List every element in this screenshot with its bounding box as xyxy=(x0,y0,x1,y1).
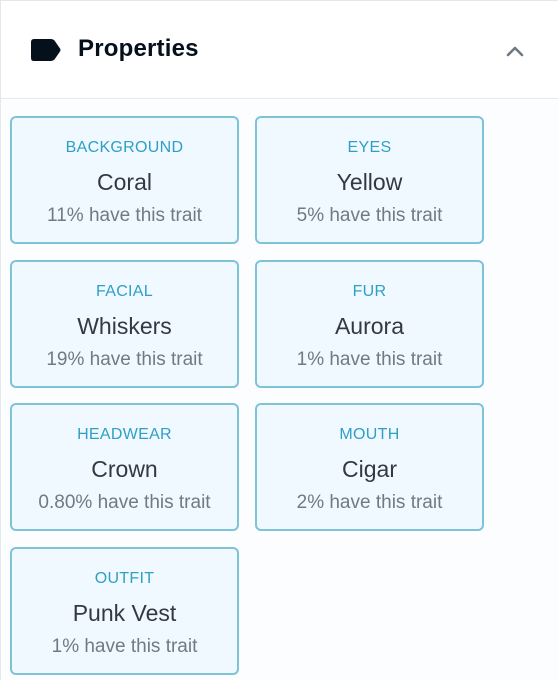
trait-value: Crown xyxy=(91,456,158,482)
trait-rarity: 1% have this trait xyxy=(51,636,198,657)
trait-card-facial[interactable]: FACIAL Whiskers 19% have this trait xyxy=(10,260,239,388)
properties-title: Properties xyxy=(78,35,199,62)
properties-panel: Properties BACKGROUND Coral 11% have thi… xyxy=(0,0,558,680)
trait-type: EYES xyxy=(347,139,392,156)
trait-card-mouth[interactable]: MOUTH Cigar 2% have this trait xyxy=(255,403,484,531)
properties-grid: BACKGROUND Coral 11% have this trait EYE… xyxy=(1,100,558,680)
trait-rarity: 5% have this trait xyxy=(296,205,443,226)
trait-type: FUR xyxy=(352,283,387,300)
trait-rarity: 0.80% have this trait xyxy=(38,492,211,513)
trait-rarity: 2% have this trait xyxy=(296,492,443,513)
trait-card-outfit[interactable]: OUTFIT Punk Vest 1% have this trait xyxy=(10,547,239,675)
trait-card-eyes[interactable]: EYES Yellow 5% have this trait xyxy=(255,116,484,244)
trait-type: BACKGROUND xyxy=(65,139,184,156)
trait-value: Whiskers xyxy=(77,313,172,339)
chevron-up-icon[interactable] xyxy=(503,39,527,63)
trait-value: Yellow xyxy=(336,169,403,195)
trait-type: MOUTH xyxy=(339,426,400,443)
trait-card-fur[interactable]: FUR Aurora 1% have this trait xyxy=(255,260,484,388)
trait-type: FACIAL xyxy=(96,283,153,300)
trait-rarity: 19% have this trait xyxy=(46,349,203,370)
trait-card-headwear[interactable]: HEADWEAR Crown 0.80% have this trait xyxy=(10,403,239,531)
trait-rarity: 1% have this trait xyxy=(296,349,443,370)
tag-icon xyxy=(31,39,61,61)
trait-value: Coral xyxy=(97,169,152,195)
trait-type: OUTFIT xyxy=(94,570,155,587)
trait-value: Aurora xyxy=(334,313,405,339)
trait-value: Punk Vest xyxy=(72,600,177,626)
trait-type: HEADWEAR xyxy=(77,426,172,443)
trait-card-background[interactable]: BACKGROUND Coral 11% have this trait xyxy=(10,116,239,244)
properties-header[interactable]: Properties xyxy=(1,1,558,99)
trait-value: Cigar xyxy=(342,456,397,482)
trait-rarity: 11% have this trait xyxy=(47,205,202,226)
